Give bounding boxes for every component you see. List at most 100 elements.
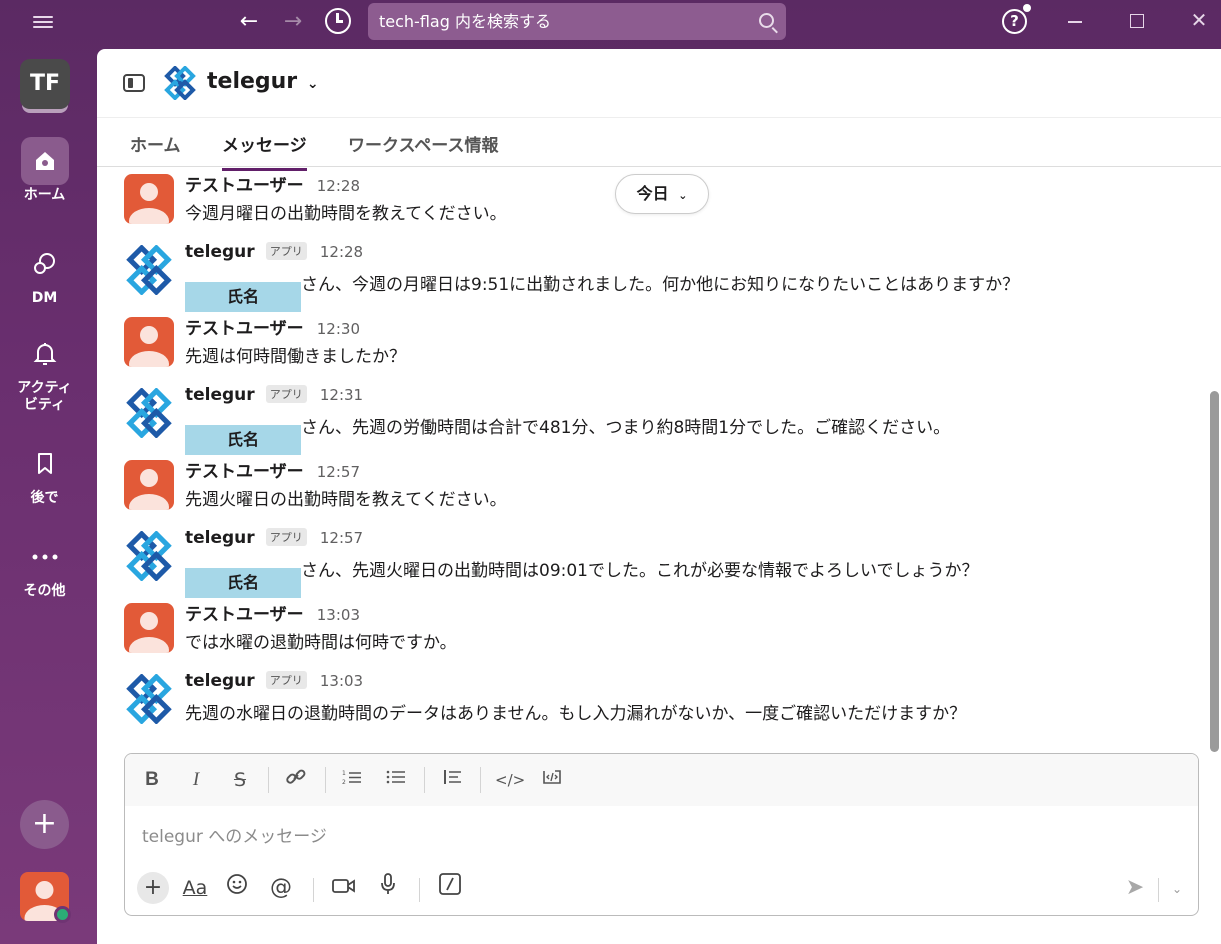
sender-name[interactable]: テストユーザー <box>185 176 304 196</box>
sender-name[interactable]: テストユーザー <box>185 462 304 482</box>
mention-icon[interactable]: @ <box>265 872 297 904</box>
message-composer: B I S 12 </> telegur へのメッセージ + Aa @ ➤ ⌄ <box>124 753 1199 916</box>
help-icon[interactable]: ? <box>1002 9 1027 34</box>
workspace-avatar[interactable]: TF <box>20 59 70 109</box>
sender-name[interactable]: telegur <box>185 385 255 405</box>
timestamp[interactable]: 12:30 <box>317 320 360 338</box>
maximize-icon[interactable] <box>1130 14 1144 28</box>
presence-indicator <box>54 906 71 923</box>
bold-icon[interactable]: B <box>139 767 165 793</box>
timestamp[interactable]: 13:03 <box>317 606 360 624</box>
sender-name[interactable]: telegur <box>185 242 255 262</box>
search-placeholder: tech-flag 内を検索する <box>379 12 551 31</box>
svg-text:2: 2 <box>342 779 346 786</box>
sidebar-toggle-icon[interactable] <box>123 74 145 92</box>
telegur-logo-icon <box>126 388 172 438</box>
date-divider-label: 今日 <box>636 184 669 203</box>
emoji-icon[interactable] <box>221 872 253 904</box>
sender-name[interactable]: telegur <box>185 528 255 548</box>
minimize-icon[interactable] <box>1068 21 1082 23</box>
chevron-down-icon[interactable]: ⌄ <box>1168 878 1186 900</box>
user-avatar[interactable] <box>124 603 174 653</box>
blockquote-icon[interactable] <box>439 767 465 793</box>
channel-header: telegur ⌄ <box>97 49 1221 117</box>
scrollbar-thumb[interactable] <box>1210 391 1219 752</box>
timestamp[interactable]: 12:31 <box>320 386 363 404</box>
chevron-down-icon: ⌄ <box>306 76 319 92</box>
menu-icon[interactable] <box>33 13 53 31</box>
back-arrow-icon[interactable]: ← <box>235 8 263 36</box>
sender-name[interactable]: テストユーザー <box>185 319 304 339</box>
rail-item-dm[interactable]: DM <box>0 240 89 307</box>
svg-text:1: 1 <box>342 770 346 777</box>
link-icon[interactable] <box>283 767 309 793</box>
home-icon <box>35 152 54 170</box>
rail-label-more: その他 <box>23 583 66 599</box>
telegur-logo-icon <box>126 245 172 295</box>
code-icon[interactable]: </> <box>495 767 525 793</box>
tab-messages[interactable]: メッセージ <box>222 131 307 171</box>
video-icon[interactable] <box>328 872 360 904</box>
message-text: さん、先週火曜日の出勤時間は09:01でした。これが必要な情報でよろしいでしょう… <box>301 561 979 581</box>
message-text: 先週の水曜日の退勤時間のデータはありません。もし入力漏れがないか、一度ご確認いた… <box>185 704 967 724</box>
text-format-icon[interactable]: Aa <box>179 872 211 904</box>
italic-icon[interactable]: I <box>183 767 209 793</box>
search-input[interactable]: tech-flag 内を検索する <box>368 3 786 40</box>
telegur-logo-icon <box>126 674 172 724</box>
telegur-logo-icon <box>126 531 172 581</box>
app-title[interactable]: telegur ⌄ <box>207 69 319 94</box>
sender-name[interactable]: telegur <box>185 671 255 691</box>
send-icon[interactable]: ➤ <box>1120 875 1150 903</box>
message-text-row: 氏名さん、先週火曜日の出勤時間は09:01でした。これが必要な情報でよろしいでし… <box>185 556 978 598</box>
user-avatar[interactable] <box>124 460 174 510</box>
code-block-icon[interactable] <box>539 767 565 793</box>
tab-workspace-info[interactable]: ワークスペース情報 <box>348 131 498 168</box>
ordered-list-icon[interactable]: 12 <box>339 767 365 793</box>
redacted-name-mask: 氏名 <box>185 425 301 455</box>
message-text: 今週月曜日の出勤時間を教えてください。 <box>185 204 507 224</box>
dm-icon <box>33 253 55 274</box>
app-badge: アプリ <box>265 671 307 689</box>
timestamp[interactable]: 12:28 <box>320 243 363 261</box>
rail-item-later[interactable]: 後で <box>0 440 89 507</box>
strikethrough-icon[interactable]: S <box>227 767 253 793</box>
message-input[interactable]: telegur へのメッセージ <box>142 822 327 847</box>
date-divider-button[interactable]: 今日 ⌄ <box>615 174 709 214</box>
shortcut-slash-icon[interactable] <box>434 872 466 904</box>
redacted-name-mask: 氏名 <box>185 568 301 598</box>
message-text: さん、先週の労働時間は合計で481分、つまり約8時間1分でした。ご確認ください。 <box>301 418 951 438</box>
timestamp[interactable]: 12:57 <box>317 463 360 481</box>
bullet-list-icon[interactable] <box>383 767 409 793</box>
timestamp[interactable]: 12:57 <box>320 529 363 547</box>
rail-item-activity[interactable]: アクティ ビティ <box>0 330 89 414</box>
message-item: テストユーザー 12:57 先週火曜日の出勤時間を教えてください。 <box>124 457 1204 517</box>
rail-item-home[interactable]: ホーム <box>0 137 89 204</box>
rail-item-more[interactable]: その他 <box>0 533 89 600</box>
add-button[interactable]: + <box>20 800 69 849</box>
more-dots-icon <box>32 554 57 560</box>
close-icon[interactable]: ✕ <box>1189 10 1209 30</box>
timestamp[interactable]: 12:28 <box>317 177 360 195</box>
timestamp[interactable]: 13:03 <box>320 672 363 690</box>
tab-home[interactable]: ホーム <box>130 131 181 168</box>
rail-label-activity-1: アクティ <box>17 380 72 396</box>
bot-avatar[interactable] <box>124 674 174 724</box>
app-badge: アプリ <box>265 385 307 403</box>
redacted-name-mask: 氏名 <box>185 282 301 312</box>
bot-avatar[interactable] <box>124 531 174 581</box>
title-bar: ← → tech-flag 内を検索する ? ✕ <box>0 0 1221 44</box>
bot-avatar[interactable] <box>124 388 174 438</box>
message-item: telegur アプリ 13:03 先週の水曜日の退勤時間のデータはありません。… <box>124 671 1204 731</box>
rail-label-dm: DM <box>31 290 58 306</box>
message-item: テストユーザー 13:03 では水曜の退勤時間は何時ですか。 <box>124 600 1204 660</box>
sender-name[interactable]: テストユーザー <box>185 605 304 625</box>
user-avatar[interactable] <box>124 174 174 224</box>
attach-plus-icon[interactable]: + <box>137 872 169 904</box>
history-icon[interactable] <box>325 8 351 34</box>
user-avatar[interactable] <box>124 317 174 367</box>
bot-avatar[interactable] <box>124 245 174 295</box>
rail-label-activity-2: ビティ <box>23 397 66 413</box>
forward-arrow-icon[interactable]: → <box>279 8 307 36</box>
notification-dot <box>1023 4 1031 12</box>
microphone-icon[interactable] <box>372 872 404 904</box>
